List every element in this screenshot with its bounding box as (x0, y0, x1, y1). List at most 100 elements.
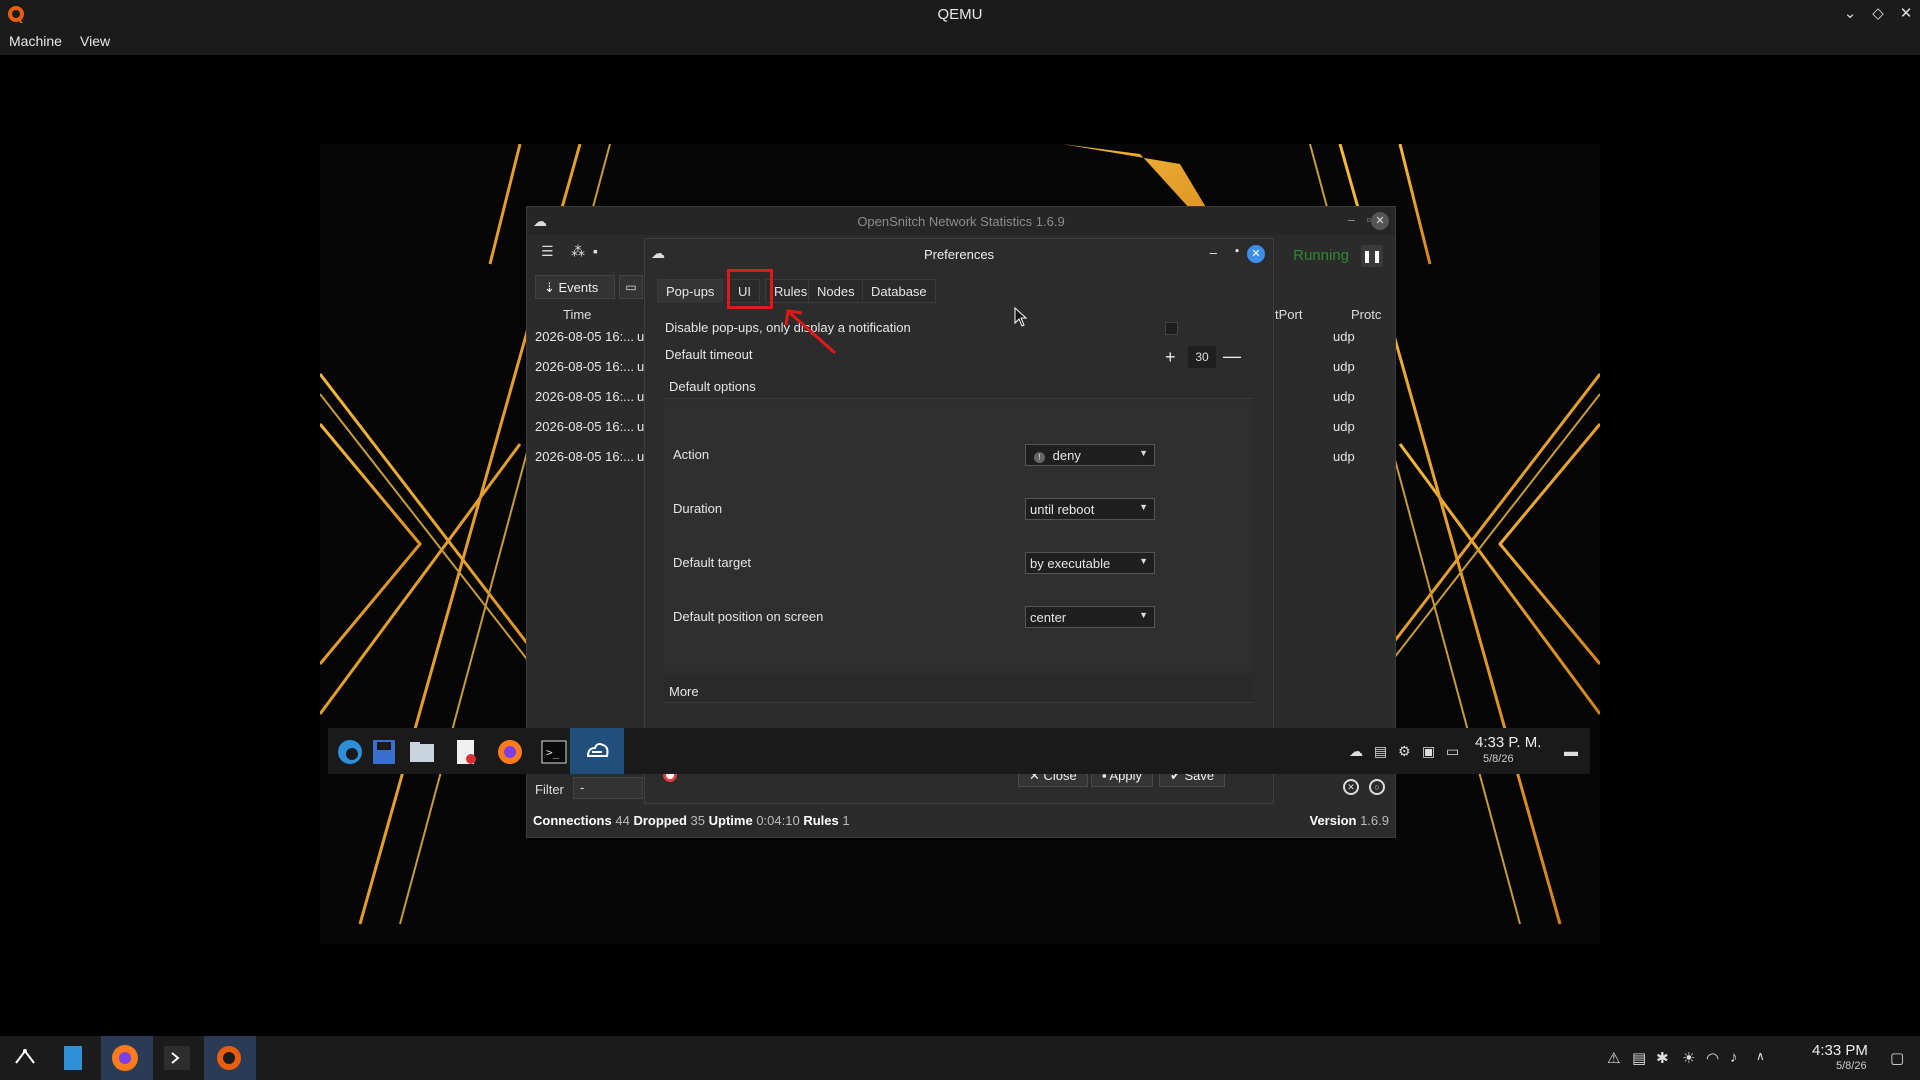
svg-text:>_: >_ (546, 746, 560, 759)
rules-label: Rules (803, 813, 839, 828)
filter-label: Filter (535, 782, 564, 797)
plus-icon[interactable]: + (1165, 347, 1176, 368)
action-value: deny (1052, 448, 1081, 463)
clock-date[interactable]: 5/8/26 (1836, 1060, 1867, 1072)
tab-database[interactable]: Database (862, 279, 936, 303)
close-icon[interactable]: ✕ (1898, 3, 1914, 23)
clock-time[interactable]: 4:33 P. M. (1475, 734, 1541, 751)
table-row-time[interactable]: 2026-08-05 16:... (535, 389, 634, 404)
terminal-icon[interactable] (162, 1043, 192, 1073)
timeout-spinbox[interactable]: 30 (1188, 346, 1216, 368)
tab-nodes[interactable]: Nodes (808, 279, 864, 303)
table-row-proto: udp (1333, 419, 1355, 434)
col-proto[interactable]: Protc (1351, 307, 1381, 322)
pause-button[interactable]: ❚❚ (1361, 245, 1383, 267)
connections-count: 44 (615, 813, 630, 828)
clipboard-icon[interactable]: ▤ (1632, 1049, 1646, 1067)
new-rule-icon[interactable]: ▪ (593, 243, 598, 259)
menu-icon[interactable]: ☰ (541, 243, 554, 260)
qemu-icon[interactable] (214, 1043, 244, 1073)
cloud-icon[interactable]: ☁ (1349, 743, 1363, 760)
lifebuoy-icon[interactable]: ○ (1369, 779, 1385, 795)
firefox-icon[interactable] (496, 738, 524, 766)
close-icon[interactable]: ✕ (1247, 245, 1265, 263)
table-row-time[interactable]: 2026-08-05 16:... (535, 359, 634, 374)
bluetooth-icon[interactable]: ✱ (1656, 1049, 1669, 1067)
default-target-value: by executable (1030, 556, 1111, 571)
preferences-dialog: ☁ Preferences – ▪ ✕ Pop-ups UI Rules Nod… (644, 238, 1274, 804)
default-options-header[interactable]: Default options (663, 371, 1253, 399)
chevron-down-icon: ▼ (1139, 502, 1148, 512)
default-position-select[interactable]: center ▼ (1025, 606, 1155, 628)
guest-screen: ☁ OpenSnitch Network Statistics 1.6.9 – … (320, 144, 1600, 944)
connections-label: Connections (533, 813, 612, 828)
minimize-icon[interactable]: – (1348, 212, 1355, 227)
file-manager-icon[interactable] (408, 738, 436, 766)
duration-select[interactable]: until reboot ▼ (1025, 498, 1155, 520)
documents-icon[interactable] (58, 1043, 88, 1073)
col-dstport[interactable]: tPort (1275, 307, 1302, 322)
uptime-value: 0:04:10 (756, 813, 800, 828)
table-row-time[interactable]: 2026-08-05 16:... (535, 329, 634, 344)
firefox-icon[interactable] (110, 1043, 140, 1073)
table-row-time[interactable]: 2026-08-05 16:... (535, 419, 634, 434)
app-launcher-icon[interactable] (10, 1043, 40, 1073)
version-value: 1.6.9 (1360, 813, 1389, 828)
minimize-icon[interactable]: ⌄ (1842, 3, 1858, 23)
tab-screen-icon[interactable]: ▭ (619, 275, 643, 299)
table-row-proto: udp (1333, 329, 1355, 344)
duration-value: until reboot (1030, 502, 1095, 517)
dialog-title: Preferences (923, 247, 995, 262)
tab-popups[interactable]: Pop-ups (657, 279, 724, 303)
action-select[interactable]: ! deny ▼ (1025, 444, 1155, 466)
version-info: Version 1.6.9 (1309, 813, 1389, 828)
display-icon[interactable]: ▭ (1446, 743, 1459, 760)
col-time[interactable]: Time (563, 307, 591, 322)
default-position-value: center (1030, 610, 1067, 625)
menu-view[interactable]: View (80, 33, 110, 49)
clock-time[interactable]: 4:33 PM (1812, 1042, 1868, 1059)
tab-events[interactable]: ⇣ Events (535, 275, 615, 299)
show-desktop-icon[interactable]: ▬ (1564, 743, 1578, 759)
menu-machine[interactable]: Machine (9, 33, 62, 49)
filter-select[interactable]: - (573, 777, 643, 799)
table-row-proto: udp (1333, 359, 1355, 374)
table-row-time[interactable]: 2026-08-05 16:... (535, 449, 634, 464)
disable-popups-checkbox[interactable] (1165, 322, 1178, 335)
chevron-down-icon: ▼ (1139, 448, 1148, 458)
chevron-down-icon: ▼ (1139, 610, 1148, 620)
close-icon[interactable]: ✕ (1371, 212, 1389, 230)
clear-icon[interactable]: ✕ (1343, 779, 1359, 795)
settings-icon[interactable]: ⚙ (1398, 743, 1411, 760)
document-icon[interactable] (452, 738, 480, 766)
more-options-header[interactable]: More (663, 675, 1253, 703)
tray-expand-icon[interactable]: ∧ (1756, 1049, 1765, 1063)
volume-icon[interactable]: ♪ (1730, 1049, 1738, 1066)
nodes-icon[interactable]: ⁂ (571, 243, 585, 260)
host-taskbar: ⚠ ▤ ✱ ☀ ◠ ♪ ∧ 4:33 PM 5/8/26 ▢ (0, 1036, 1920, 1080)
version-label: Version (1309, 813, 1357, 828)
wifi-icon[interactable]: ◠ (1706, 1049, 1719, 1067)
disk-icon[interactable]: ▣ (1422, 743, 1435, 760)
minimize-icon[interactable]: – (1210, 245, 1217, 260)
browser-edge-icon[interactable] (336, 738, 364, 766)
clipboard-icon[interactable]: ▤ (1374, 743, 1387, 760)
maximize-icon[interactable]: ▪ (1235, 245, 1239, 257)
guest-taskbar: >_ ☁ ▤ ⚙ ▣ ▭ ✕ ▲ 4:33 P. M. 5/8/26 ▬ (328, 728, 1590, 774)
save-disk-icon[interactable] (370, 738, 398, 766)
table-row-proto: udp (1333, 449, 1355, 464)
clock-date[interactable]: 5/8/26 (1483, 753, 1514, 765)
action-label: Action (673, 447, 710, 462)
terminal-icon[interactable]: >_ (540, 738, 568, 766)
show-desktop-icon[interactable]: ▢ (1890, 1049, 1904, 1067)
notification-bell-icon[interactable]: ⚠ (1607, 1049, 1620, 1067)
restore-icon[interactable]: ◇ (1870, 3, 1886, 23)
duration-label: Duration (673, 501, 723, 516)
host-menubar: Machine View (0, 28, 1920, 55)
more-label: More (669, 684, 699, 699)
opensnitch-icon[interactable] (583, 738, 611, 766)
brightness-icon[interactable]: ☀ (1682, 1049, 1695, 1067)
dropped-label: Dropped (633, 813, 687, 828)
default-target-select[interactable]: by executable ▼ (1025, 552, 1155, 574)
minus-icon[interactable]: — (1223, 346, 1241, 367)
